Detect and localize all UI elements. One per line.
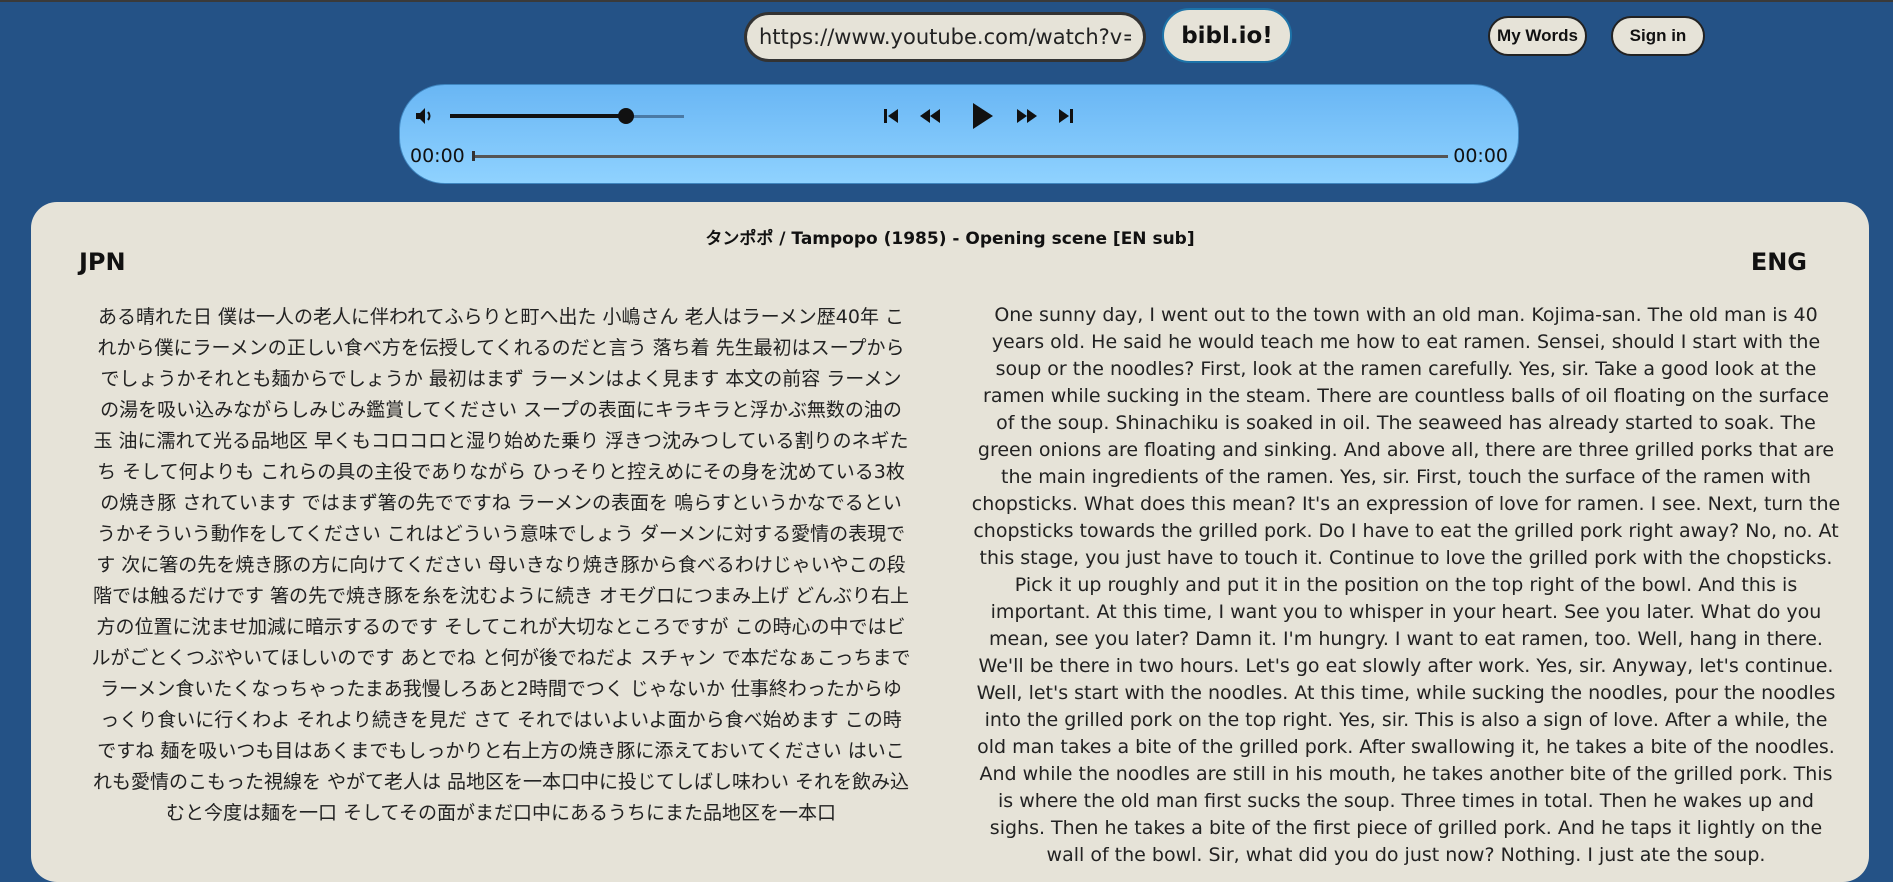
volume-icon[interactable] — [414, 105, 436, 127]
volume-slider-thumb[interactable] — [617, 108, 634, 124]
fast-forward-icon[interactable] — [1013, 101, 1041, 131]
seek-bar-thumb[interactable] — [472, 151, 475, 161]
rewind-icon[interactable] — [916, 101, 944, 131]
sign-in-button[interactable]: Sign in — [1611, 16, 1705, 56]
duration-time: 00:00 — [1453, 145, 1508, 167]
japanese-transcript[interactable]: ある晴れた日 僕は一人の老人に伴われてふらりと町へ出た 小嶋さん 老人はラーメン… — [91, 302, 911, 829]
volume-slider[interactable] — [450, 108, 684, 124]
top-border — [0, 0, 1893, 2]
japanese-column-label: JPN — [79, 248, 126, 276]
bibl-io-button[interactable]: bibl.io! — [1162, 8, 1292, 63]
volume-slider-fill — [450, 114, 626, 118]
play-icon[interactable] — [967, 101, 997, 131]
transcript-panel: タンポポ / Tampopo (1985) - Opening scene [E… — [31, 202, 1869, 882]
my-words-button[interactable]: My Words — [1488, 16, 1587, 56]
english-column-label: ENG — [1750, 248, 1807, 276]
current-time: 00:00 — [410, 145, 465, 167]
audio-player: 00:00 00:00 — [399, 84, 1519, 184]
seek-bar[interactable] — [472, 151, 1448, 161]
english-transcript[interactable]: One sunny day, I went out to the town wi… — [971, 302, 1841, 869]
skip-next-icon[interactable] — [1055, 101, 1077, 131]
video-title: タンポポ / Tampopo (1985) - Opening scene [E… — [705, 229, 1195, 249]
skip-previous-icon[interactable] — [880, 101, 902, 131]
video-url-input[interactable] — [744, 12, 1146, 62]
